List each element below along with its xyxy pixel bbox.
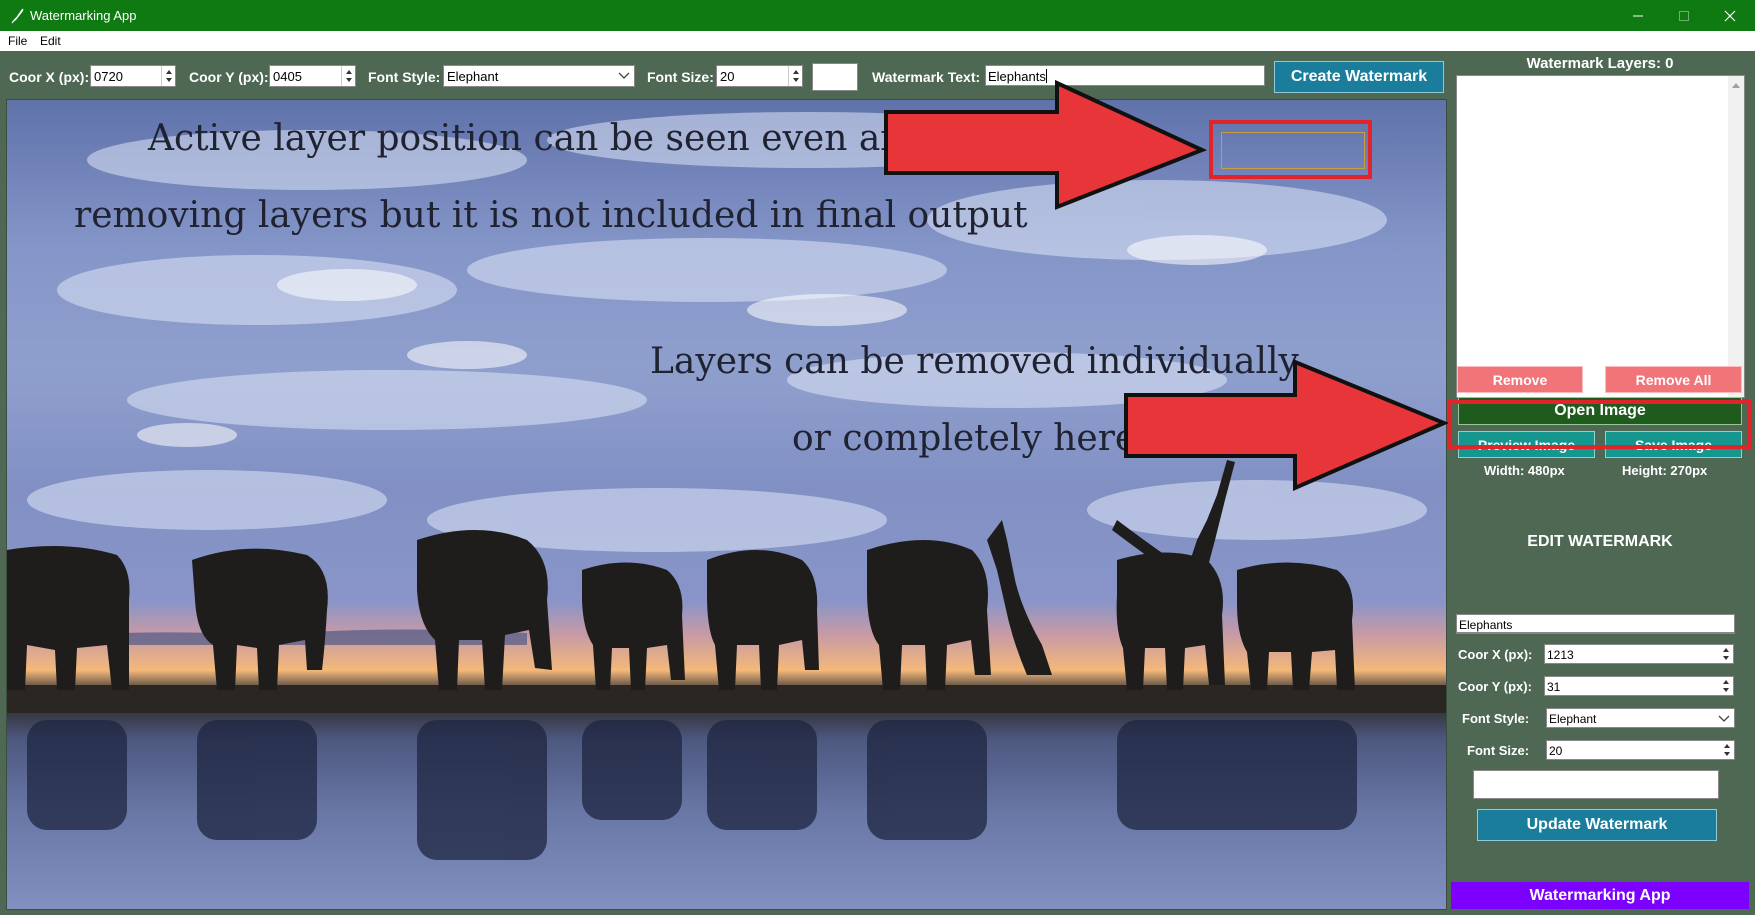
image-height: Height: 270px	[1622, 463, 1708, 478]
title-bar: Watermarking App	[0, 0, 1755, 31]
menu-bar: File Edit	[0, 31, 1755, 51]
spin-arrows-icon[interactable]	[1721, 645, 1731, 663]
window-title: Watermarking App	[30, 8, 137, 23]
image-canvas[interactable]	[6, 99, 1447, 910]
edit-font-style-select[interactable]: Elephant	[1546, 708, 1735, 728]
edit-font-size-value: 20	[1549, 744, 1563, 758]
chevron-down-icon	[618, 72, 630, 79]
font-size-value: 20	[720, 69, 735, 84]
image-width: Width: 480px	[1484, 463, 1565, 478]
maximize-button[interactable]	[1661, 0, 1707, 31]
spin-arrows-icon[interactable]	[788, 66, 802, 86]
maximize-icon	[1679, 10, 1689, 21]
remove-button[interactable]: Remove	[1457, 366, 1583, 393]
edit-coor-y-value: 31	[1547, 680, 1561, 694]
menu-file[interactable]: File	[8, 34, 27, 48]
listbox-scrollbar[interactable]	[1728, 76, 1744, 397]
layers-title: Watermark Layers: 0	[1526, 55, 1674, 72]
remove-all-button[interactable]: Remove All	[1605, 366, 1742, 393]
edit-watermark-title: EDIT WATERMARK	[1527, 533, 1673, 550]
layers-listbox[interactable]	[1456, 75, 1745, 398]
close-icon	[1724, 10, 1736, 21]
close-button[interactable]	[1707, 0, 1753, 31]
font-size-spinbox[interactable]: 20	[716, 65, 803, 87]
toolbar: Coor X (px): 0720 Coor Y (px): 0405 Font…	[0, 51, 1450, 97]
spin-arrows-icon[interactable]	[161, 66, 175, 86]
elephants-photo	[7, 100, 1446, 909]
minimize-icon	[1633, 15, 1643, 16]
edit-coor-x-spinbox[interactable]: 1213	[1544, 644, 1734, 664]
font-size-label: Font Size:	[647, 69, 714, 85]
coor-y-spinbox[interactable]: 0405	[269, 65, 356, 87]
minimize-button[interactable]	[1615, 0, 1661, 31]
open-image-button[interactable]: Open Image	[1458, 397, 1742, 425]
edit-text-field[interactable]: Elephants	[1456, 614, 1735, 633]
watermark-text-label: Watermark Text:	[872, 69, 981, 85]
update-watermark-button[interactable]: Update Watermark	[1477, 809, 1717, 841]
font-style-label: Font Style:	[368, 69, 441, 85]
coor-y-label: Coor Y (px):	[189, 69, 269, 85]
edit-coor-x-value: 1213	[1547, 648, 1574, 662]
edit-color-swatch[interactable]	[1473, 770, 1719, 799]
edit-coor-y-spinbox[interactable]: 31	[1544, 676, 1734, 696]
feather-icon	[11, 8, 24, 24]
save-image-button[interactable]: Save Image	[1605, 431, 1742, 458]
spin-arrows-icon[interactable]	[1722, 741, 1732, 759]
spin-arrows-icon[interactable]	[1721, 677, 1731, 695]
menu-edit[interactable]: Edit	[40, 34, 61, 48]
coor-x-spinbox[interactable]: 0720	[90, 65, 176, 87]
chevron-down-icon	[1718, 715, 1730, 722]
sky-clouds	[7, 112, 1446, 860]
edit-font-style-value: Elephant	[1549, 712, 1597, 726]
create-watermark-button[interactable]: Create Watermark	[1274, 61, 1444, 93]
edit-text-field-value: Elephants	[1459, 618, 1513, 632]
edit-font-size-spinbox[interactable]: 20	[1546, 740, 1735, 760]
watermark-text-value: Elephants	[988, 69, 1046, 84]
spin-arrows-icon[interactable]	[341, 66, 355, 86]
preview-image-button[interactable]: Preview Image	[1458, 431, 1595, 458]
font-style-select[interactable]: Elephant	[443, 65, 635, 87]
coor-x-value: 0720	[94, 69, 123, 84]
watermark-text-input[interactable]: Elephants	[985, 65, 1265, 86]
color-picker-swatch[interactable]	[812, 63, 858, 91]
font-style-value: Elephant	[447, 69, 499, 84]
scroll-up-icon[interactable]	[1728, 78, 1744, 92]
footer-app-label: Watermarking App	[1451, 882, 1749, 909]
text-caret	[1045, 69, 1047, 83]
coor-y-value: 0405	[273, 69, 302, 84]
active-layer-position-box	[1221, 132, 1365, 169]
coor-x-label: Coor X (px):	[9, 69, 90, 85]
